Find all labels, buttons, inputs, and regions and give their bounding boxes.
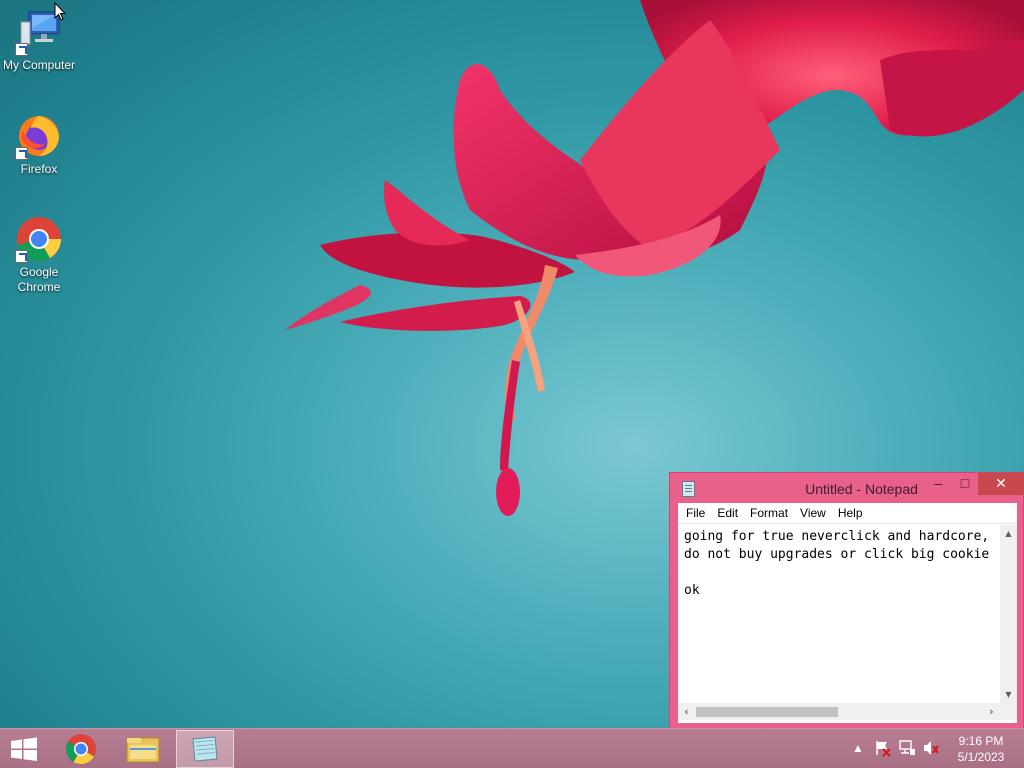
firefox-icon [15,112,63,160]
network-icon[interactable] [898,739,916,768]
volume-muted-icon[interactable] [922,739,940,768]
notepad-title-bar[interactable]: Untitled - Notepad – □ ✕ [670,473,1024,503]
taskbar: ▲ 9:16 PM 5/1/2023 [0,728,1024,768]
notepad-icon [192,736,218,762]
action-center-flag-icon[interactable] [874,739,892,768]
minimize-button[interactable]: – [924,473,952,495]
clock[interactable]: 9:16 PM 5/1/2023 [944,733,1018,765]
desktop-icon-firefox[interactable]: Firefox [0,112,78,177]
menu-bar: File Edit Format View Help [678,503,1017,524]
clock-date: 5/1/2023 [957,750,1005,764]
scroll-up-icon[interactable]: ▲ [1000,525,1017,542]
desktop-icon-my-computer[interactable]: My Computer [0,8,78,73]
taskbar-file-explorer-button[interactable] [114,730,172,768]
desktop-icon-google-chrome[interactable]: Google Chrome [0,215,78,295]
shortcut-arrow-icon [15,43,28,56]
taskbar-chrome-button[interactable] [52,730,110,768]
desktop-icon-label: Google Chrome [17,265,61,294]
scroll-down-icon[interactable]: ▼ [1000,686,1017,703]
notepad-window[interactable]: Untitled - Notepad – □ ✕ File Edit Forma… [669,472,1024,730]
chrome-icon [15,215,63,263]
mouse-cursor-icon [54,2,66,21]
desktop-icon-label: My Computer [2,58,76,72]
horizontal-scroll-thumb[interactable] [696,707,838,717]
scroll-left-icon[interactable]: ‹ [678,703,695,720]
horizontal-scrollbar[interactable]: ‹ › [678,703,1000,720]
menu-edit[interactable]: Edit [711,506,744,520]
text-editor-area[interactable]: going for true neverclick and hardcore, … [678,525,1017,703]
menu-help[interactable]: Help [832,506,869,520]
menu-file[interactable]: File [680,506,711,520]
close-button[interactable]: ✕ [978,473,1024,495]
shortcut-arrow-icon [15,147,28,160]
maximize-button[interactable]: □ [951,473,979,495]
show-hidden-icons-chevron[interactable]: ▲ [850,741,866,768]
scroll-right-icon[interactable]: › [983,703,1000,720]
shortcut-arrow-icon [15,250,28,263]
windows-start-icon [11,737,37,761]
chrome-icon [65,734,96,765]
desktop-icon-label: Firefox [20,162,58,176]
menu-view[interactable]: View [794,506,832,520]
vertical-scrollbar[interactable]: ▲ ▼ [1000,525,1017,703]
menu-format[interactable]: Format [744,506,794,520]
resize-grip[interactable] [1000,703,1017,720]
notepad-client-area: File Edit Format View Help going for tru… [678,503,1017,723]
clock-time: 9:16 PM [958,734,1004,748]
file-explorer-icon [126,737,160,763]
start-button[interactable] [0,730,48,768]
taskbar-notepad-button[interactable] [176,730,234,768]
